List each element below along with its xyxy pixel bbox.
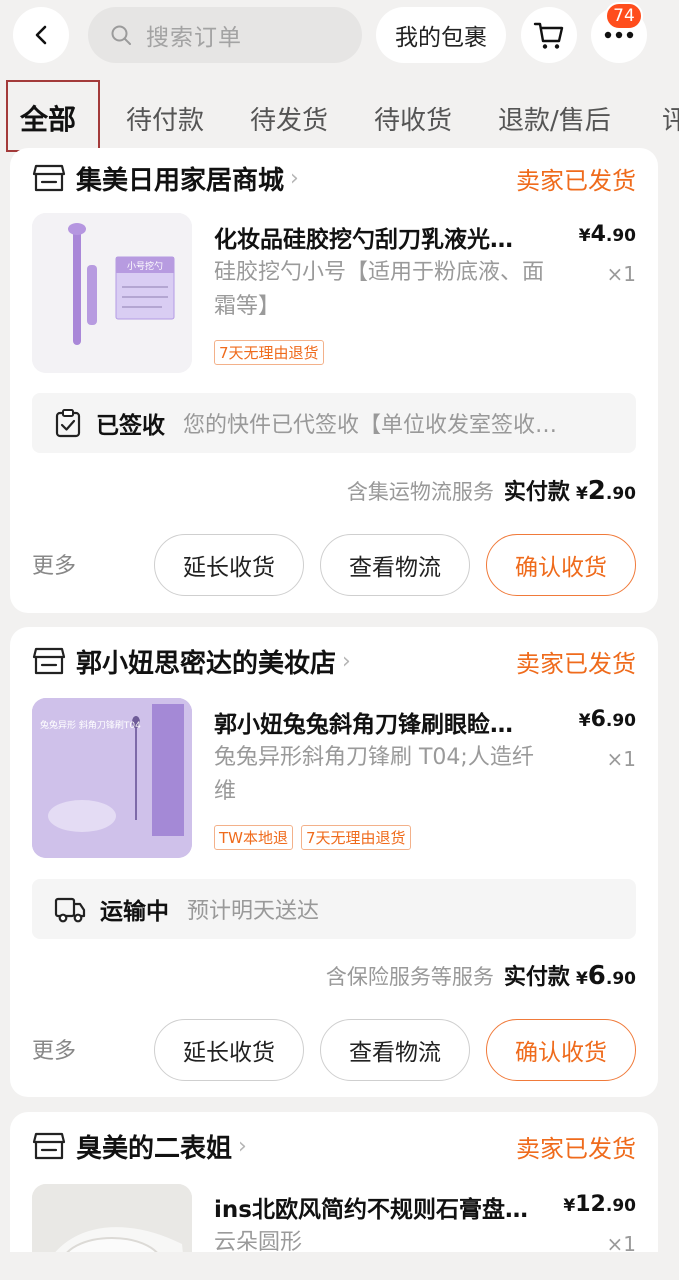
payment-note: 含保险服务等服务: [325, 965, 494, 989]
product-title[interactable]: 化妆品硅胶挖勺刮刀乳液光…: [214, 220, 544, 254]
product-title[interactable]: 郭小妞兔兔斜角刀锋刷眼睑…: [214, 705, 544, 739]
search-icon: [111, 25, 131, 45]
extend-receipt-button[interactable]: 延长收货: [154, 534, 304, 596]
payment-note: 含集运物流服务: [346, 480, 494, 504]
delivery-truck-icon: [54, 897, 86, 923]
product-tags: 7天无理由退货: [214, 340, 324, 365]
logistics-description: 您的快件已代签收【单位收发室签收…: [183, 413, 558, 438]
chevron-right-icon: ›: [342, 648, 351, 674]
product-spec: 硅胶挖勺小号【适用于粉底液、面霜等】: [214, 260, 545, 319]
chevron-right-icon: ›: [290, 165, 299, 191]
logistics-status: 已签收: [96, 413, 165, 439]
product-tags: TW本地退 7天无理由退货: [214, 825, 411, 850]
extend-receipt-button[interactable]: 延长收货: [154, 1019, 304, 1081]
order-card[interactable]: 臭美的二表姐 › 卖家已发货 ins北欧风简约不规则石膏盘… ¥12.90 云朵…: [10, 1112, 658, 1272]
return-policy-tag: 7天无理由退货: [214, 340, 324, 365]
tab-review[interactable]: 评: [662, 100, 679, 137]
order-actions: 更多 延长收货 查看物流 确认收货: [32, 534, 636, 596]
product-thumbnail[interactable]: 兔兔异形 斜角刀锋刷T04: [32, 698, 192, 858]
chevron-right-icon: ›: [238, 1133, 247, 1159]
logistics-description: 预计明天送达: [187, 899, 320, 924]
product-title[interactable]: ins北欧风简约不规则石膏盘…: [214, 1190, 544, 1224]
tab-pending-payment[interactable]: 待付款: [126, 100, 204, 137]
logistics-status: 运输中: [100, 899, 169, 925]
cart-button[interactable]: [521, 7, 577, 63]
more-dots-icon: [604, 31, 634, 39]
chevron-left-icon: [35, 25, 47, 45]
store-icon: [32, 647, 66, 675]
order-status: 卖家已发货: [516, 1134, 636, 1163]
tab-all[interactable]: 全部: [20, 98, 76, 138]
shop-row[interactable]: 集美日用家居商城 › 卖家已发货: [32, 158, 636, 198]
logistics-row[interactable]: 运输中 预计明天送达: [32, 879, 636, 939]
confirm-receipt-button[interactable]: 确认收货: [486, 1019, 636, 1081]
payment-label: 实付款: [503, 965, 570, 990]
order-card[interactable]: 集美日用家居商城 › 卖家已发货 小号挖勺 化妆品硅胶挖勺刮刀乳液光… ¥4.9…: [10, 148, 658, 613]
back-button[interactable]: [13, 7, 69, 63]
brush-product-image: 兔兔异形 斜角刀锋刷T04: [32, 698, 192, 858]
tab-pending-receipt[interactable]: 待收货: [374, 100, 452, 137]
shop-row[interactable]: 郭小妞思密达的美妆店 › 卖家已发货: [32, 641, 636, 681]
payment-amount: ¥2.90: [575, 476, 636, 506]
local-return-tag: TW本地退: [214, 825, 293, 850]
product-spec: 兔兔异形斜角刀锋刷 T04;人造纤维: [214, 745, 534, 804]
thumb-label: 小号挖勺: [127, 260, 163, 272]
cart-icon: [533, 22, 564, 49]
more-actions-link[interactable]: 更多: [32, 1033, 76, 1065]
view-logistics-button[interactable]: 查看物流: [320, 1019, 470, 1081]
product-thumbnail[interactable]: 小号挖勺: [32, 213, 192, 373]
search-input[interactable]: 搜索订单: [88, 7, 362, 63]
my-packages-button[interactable]: 我的包裹: [376, 7, 506, 63]
shop-name[interactable]: 集美日用家居商城: [76, 160, 284, 197]
view-logistics-button[interactable]: 查看物流: [320, 534, 470, 596]
confirm-receipt-button[interactable]: 确认收货: [486, 534, 636, 596]
store-icon: [32, 1132, 66, 1160]
product-price: ¥6.90: [578, 707, 636, 732]
shop-row[interactable]: 臭美的二表姐 › 卖家已发货: [32, 1126, 636, 1166]
tab-refund-aftersale[interactable]: 退款/售后: [498, 100, 611, 137]
product-price: ¥12.90: [563, 1192, 636, 1217]
spatula-product-image: 小号挖勺: [32, 213, 192, 373]
shop-name[interactable]: 臭美的二表姐: [76, 1128, 232, 1165]
tab-pending-shipment[interactable]: 待发货: [250, 100, 328, 137]
top-bar: 搜索订单 我的包裹 74: [0, 0, 679, 76]
order-actions: 更多 延长收货 查看物流 确认收货: [32, 1019, 636, 1081]
clipboard-check-icon: [55, 409, 81, 438]
shop-name[interactable]: 郭小妞思密达的美妆店: [76, 643, 336, 680]
order-card[interactable]: 郭小妞思密达的美妆店 › 卖家已发货 兔兔异形 斜角刀锋刷T04 郭小妞兔兔斜角…: [10, 627, 658, 1097]
payment-summary: 含保险服务等服务 实付款 ¥6.90: [326, 959, 636, 991]
payment-label: 实付款: [503, 480, 570, 505]
order-tabs: 全部 待付款 待发货 待收货 退款/售后 评: [0, 80, 679, 152]
store-icon: [32, 164, 66, 192]
bottom-edge: [0, 1252, 679, 1280]
order-status: 卖家已发货: [516, 166, 636, 195]
logistics-row[interactable]: 已签收 您的快件已代签收【单位收发室签收…: [32, 393, 636, 453]
product-quantity: ×1: [606, 747, 636, 771]
payment-amount: ¥6.90: [575, 961, 636, 991]
product-quantity: ×1: [606, 262, 636, 286]
search-placeholder: 搜索订单: [146, 25, 242, 51]
order-status: 卖家已发货: [516, 649, 636, 678]
notification-badge: 74: [605, 2, 643, 30]
more-actions-link[interactable]: 更多: [32, 548, 76, 580]
product-price: ¥4.90: [578, 222, 636, 247]
thumb-label: 兔兔异形 斜角刀锋刷T04: [40, 719, 141, 731]
return-policy-tag: 7天无理由退货: [301, 825, 411, 850]
payment-summary: 含集运物流服务 实付款 ¥2.90: [347, 474, 636, 506]
